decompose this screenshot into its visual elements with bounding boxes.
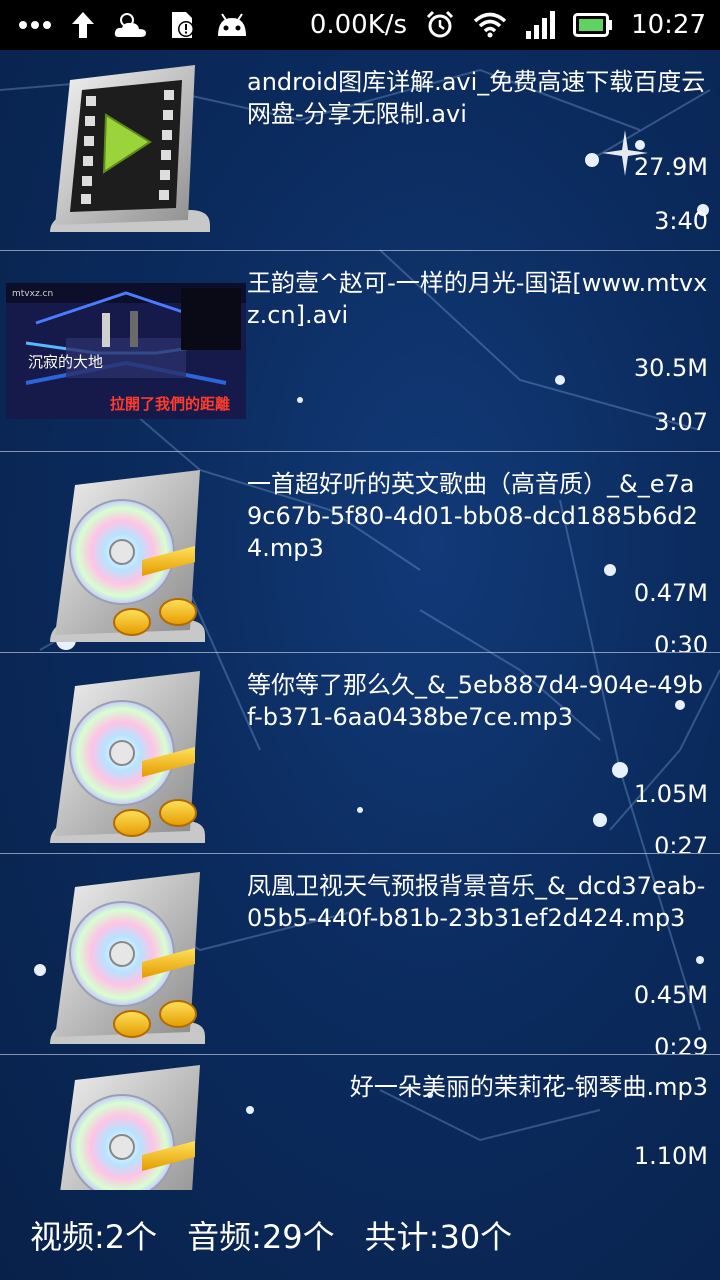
thumbnail-watermark: mtvxz.cn — [12, 289, 54, 299]
video-file-icon — [10, 60, 240, 240]
file-title: 凤凰卫视天气预报背景音乐_&_dcd37eab-05b5-440f-b81b-2… — [247, 872, 706, 932]
file-duration: 0:30 — [654, 631, 708, 653]
list-item[interactable]: 等你等了那么久_&_5eb887d4-904e-49bf-b371-6aa043… — [0, 653, 720, 854]
audio-file-icon — [10, 671, 240, 851]
file-size: 1.10M — [633, 1142, 708, 1170]
file-size: 27.9M — [633, 153, 708, 181]
media-file-list[interactable]: android图库详解.avi_免费高速下载百度云 网盘-分享无限制.avi 2… — [0, 50, 720, 1190]
cloud-weather-icon — [114, 11, 148, 39]
list-item[interactable]: 一首超好听的英文歌曲（高音质）_&_e7a9c67b-5f80-4d01-bb0… — [0, 452, 720, 653]
total-count: 共计:30个 — [364, 1218, 513, 1256]
file-size: 30.5M — [633, 354, 708, 382]
list-item[interactable]: mtvxz.cn 沉寂的大地 拉開了我們的距離 王韵壹^赵可-一样的月光-国语[… — [0, 251, 720, 452]
video-thumbnail: mtvxz.cn 沉寂的大地 拉開了我們的距離 — [6, 283, 246, 419]
file-duration: 0:29 — [654, 1033, 708, 1055]
battery-icon — [573, 13, 613, 37]
file-title: 一首超好听的英文歌曲（高音质）_&_e7a9c67b-5f80-4d01-bb0… — [247, 470, 698, 562]
android-icon — [214, 12, 250, 38]
status-bar-right: 0.00K/s 10:27 — [310, 10, 706, 40]
status-bar: 0.00K/s 10:27 — [0, 0, 720, 50]
file-duration: 0:27 — [654, 832, 708, 854]
thumbnail-lyric-left: 沉寂的大地 — [28, 353, 104, 371]
sd-card-alert-icon — [166, 10, 196, 40]
signal-icon — [525, 11, 556, 39]
file-duration: 3:07 — [654, 408, 708, 436]
wifi-icon — [473, 12, 507, 38]
status-bar-left — [18, 10, 250, 40]
list-item[interactable]: android图库详解.avi_免费高速下载百度云 网盘-分享无限制.avi 2… — [0, 50, 720, 251]
file-title: 等你等了那么久_&_5eb887d4-904e-49bf-b371-6aa043… — [247, 671, 703, 731]
file-duration: 3:40 — [654, 207, 708, 235]
video-count: 视频:2个 — [30, 1218, 158, 1256]
clock-time: 10:27 — [631, 10, 706, 40]
list-item[interactable]: 好一朵美丽的茉莉花-钢琴曲.mp3 1.10M — [0, 1055, 720, 1190]
file-size: 0.47M — [633, 579, 708, 607]
media-count-summary: 视频:2个 音频:29个 共计:30个 — [0, 1190, 720, 1280]
thumbnail-lyric-bottom: 拉開了我們的距離 — [110, 395, 231, 413]
list-item[interactable]: 凤凰卫视天气预报背景音乐_&_dcd37eab-05b5-440f-b81b-2… — [0, 854, 720, 1055]
file-title: 王韵壹^赵可-一样的月光-国语[www.mtvxz.cn].avi — [247, 269, 708, 329]
audio-file-icon — [10, 470, 240, 650]
network-speed: 0.00K/s — [309, 10, 408, 40]
audio-count: 音频:29个 — [187, 1218, 335, 1256]
audio-file-icon — [10, 1065, 240, 1190]
file-title: 好一朵美丽的茉莉花-钢琴曲.mp3 — [349, 1073, 708, 1101]
file-size: 1.05M — [633, 780, 708, 808]
upload-arrow-icon — [70, 10, 96, 40]
alarm-clock-icon — [425, 10, 455, 40]
audio-file-icon — [10, 872, 240, 1052]
file-size: 0.45M — [633, 981, 708, 1009]
more-dots-icon — [18, 20, 52, 30]
file-title: android图库详解.avi_免费高速下载百度云 网盘-分享无限制.avi — [247, 68, 706, 128]
